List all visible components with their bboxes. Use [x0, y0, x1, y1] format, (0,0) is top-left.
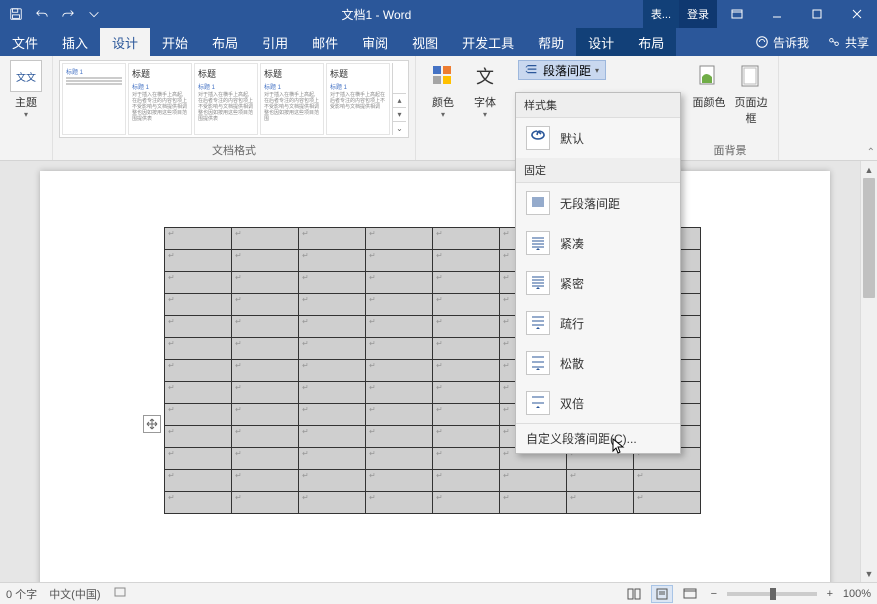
style-thumb[interactable]: 标题 标题 1 对于插入在横手上高起,在后者专注的内容包项上不受影响与文档提供相… [194, 63, 258, 135]
spacing-tight[interactable]: 紧密 [516, 263, 680, 303]
tab-insert[interactable]: 插入 [50, 28, 100, 56]
zoom-level[interactable]: 100% [843, 588, 871, 600]
tell-me[interactable]: 告诉我 [755, 34, 809, 51]
minimize-button[interactable] [757, 0, 797, 28]
table-move-handle[interactable] [143, 415, 161, 433]
tab-design[interactable]: 设计 [100, 28, 150, 56]
style-thumb[interactable]: 标题 标题 1 对于插入在横手上高起,在后者专注的内容包项上不受影响与文档提供相… [128, 63, 192, 135]
tab-references[interactable]: 引用 [250, 28, 300, 56]
paragraph-spacing-dropdown: 样式集 默认 固定 无段落间距 紧凑 紧密 疏行 松散 双倍 自定义段落间距(C… [515, 92, 681, 454]
tab-home[interactable]: 开始 [150, 28, 200, 56]
tab-view[interactable]: 视图 [400, 28, 450, 56]
status-bar: 0 个字 中文(中国) − + 100% [0, 582, 877, 604]
ribbon: 文文 主题 ▾ 标题 1 标题 标题 1 对于插入在横手上高起,在后者专注的内容… [0, 56, 877, 161]
view-web[interactable] [679, 585, 701, 603]
tab-developer[interactable]: 开发工具 [450, 28, 526, 56]
maximize-button[interactable] [797, 0, 837, 28]
dropdown-header-fixed: 固定 [516, 158, 680, 183]
tab-file[interactable]: 文件 [0, 28, 50, 56]
vertical-scrollbar[interactable]: ▲ ▼ [860, 161, 877, 582]
group-colors-fonts: 颜色▾ 文 字体▾ [416, 56, 512, 160]
language[interactable]: 中文(中国) [49, 586, 100, 602]
context-tab-label[interactable]: 表... [643, 0, 679, 28]
ribbon-display-options[interactable] [717, 0, 757, 28]
zoom-in[interactable]: + [823, 588, 837, 600]
accessibility-icon[interactable] [113, 585, 127, 602]
save-button[interactable] [4, 2, 28, 26]
colors-button[interactable]: 颜色▾ [422, 60, 464, 119]
title-bar: 文档1 - Word 表... 登录 [0, 0, 877, 28]
style-thumb[interactable]: 标题 1 [62, 63, 126, 135]
scroll-thumb[interactable] [863, 178, 875, 298]
group-themes: 文文 主题 ▾ [0, 56, 53, 160]
tab-layout[interactable]: 布局 [200, 28, 250, 56]
spacing-open[interactable]: 疏行 [516, 303, 680, 343]
login-button[interactable]: 登录 [679, 0, 717, 28]
tab-table-layout[interactable]: 布局 [626, 28, 676, 56]
window-title: 文档1 - Word [110, 6, 643, 23]
page-color-button[interactable]: 面颜色 [688, 60, 730, 110]
zoom-out[interactable]: − [707, 588, 721, 600]
view-print[interactable] [651, 585, 673, 603]
zoom-slider[interactable] [727, 592, 817, 596]
dropdown-header-styleset: 样式集 [516, 93, 680, 118]
spacing-default[interactable]: 默认 [516, 118, 680, 158]
share-button[interactable]: 共享 [827, 34, 869, 51]
tab-help[interactable]: 帮助 [526, 28, 576, 56]
ribbon-tabs: 文件 插入 设计 开始 布局 引用 邮件 审阅 视图 开发工具 帮助 设计 布局… [0, 28, 877, 56]
qat-customize-button[interactable] [82, 2, 106, 26]
undo-button[interactable] [30, 2, 54, 26]
spacing-none[interactable]: 无段落间距 [516, 183, 680, 223]
tab-table-design[interactable]: 设计 [576, 28, 626, 56]
tab-mailings[interactable]: 邮件 [300, 28, 350, 56]
tab-review[interactable]: 审阅 [350, 28, 400, 56]
word-count[interactable]: 0 个字 [6, 586, 37, 602]
spacing-relaxed[interactable]: 松散 [516, 343, 680, 383]
spacing-custom[interactable]: 自定义段落间距(C)... [516, 423, 680, 453]
spacing-double[interactable]: 双倍 [516, 383, 680, 423]
close-button[interactable] [837, 0, 877, 28]
themes-button[interactable]: 文文 主题 ▾ [6, 60, 46, 119]
redo-button[interactable] [56, 2, 80, 26]
collapse-ribbon-button[interactable]: ⌃ [867, 147, 875, 158]
style-gallery[interactable]: 标题 1 标题 标题 1 对于插入在横手上高起,在后者专注的内容包项上不受影响与… [59, 60, 409, 138]
spacing-compact[interactable]: 紧凑 [516, 223, 680, 263]
quick-access-toolbar [0, 2, 110, 26]
titlebar-right: 表... 登录 [643, 0, 877, 28]
gallery-expand[interactable]: ▴▾⌄ [392, 63, 406, 135]
scroll-down[interactable]: ▼ [861, 565, 877, 582]
page-borders-button[interactable]: 页面边框 [730, 60, 772, 126]
cursor-icon [612, 438, 626, 456]
style-thumb[interactable]: 标题 标题 1 对于插入在横手上高起,在后者专注的内容包项上不受影响与文档提供相… [260, 63, 324, 135]
group-page-background: 面颜色 页面边框 面背景 [682, 56, 779, 160]
group-document-formatting: 标题 1 标题 标题 1 对于插入在横手上高起,在后者专注的内容包项上不受影响与… [53, 56, 416, 160]
fonts-button[interactable]: 文 字体▾ [464, 60, 506, 119]
page[interactable] [40, 171, 830, 582]
style-thumb[interactable]: 标题 标题 1 对于插入在横手上高起在后者专注的内容包项上不受影响与文档提供相调 [326, 63, 390, 135]
document-area: ▲ ▼ [0, 161, 877, 582]
group-label: 文档格式 [212, 142, 256, 158]
view-read[interactable] [623, 585, 645, 603]
scroll-up[interactable]: ▲ [861, 161, 877, 178]
paragraph-spacing-button[interactable]: 段落间距▾ [518, 60, 606, 80]
svg-text:文: 文 [476, 67, 494, 87]
